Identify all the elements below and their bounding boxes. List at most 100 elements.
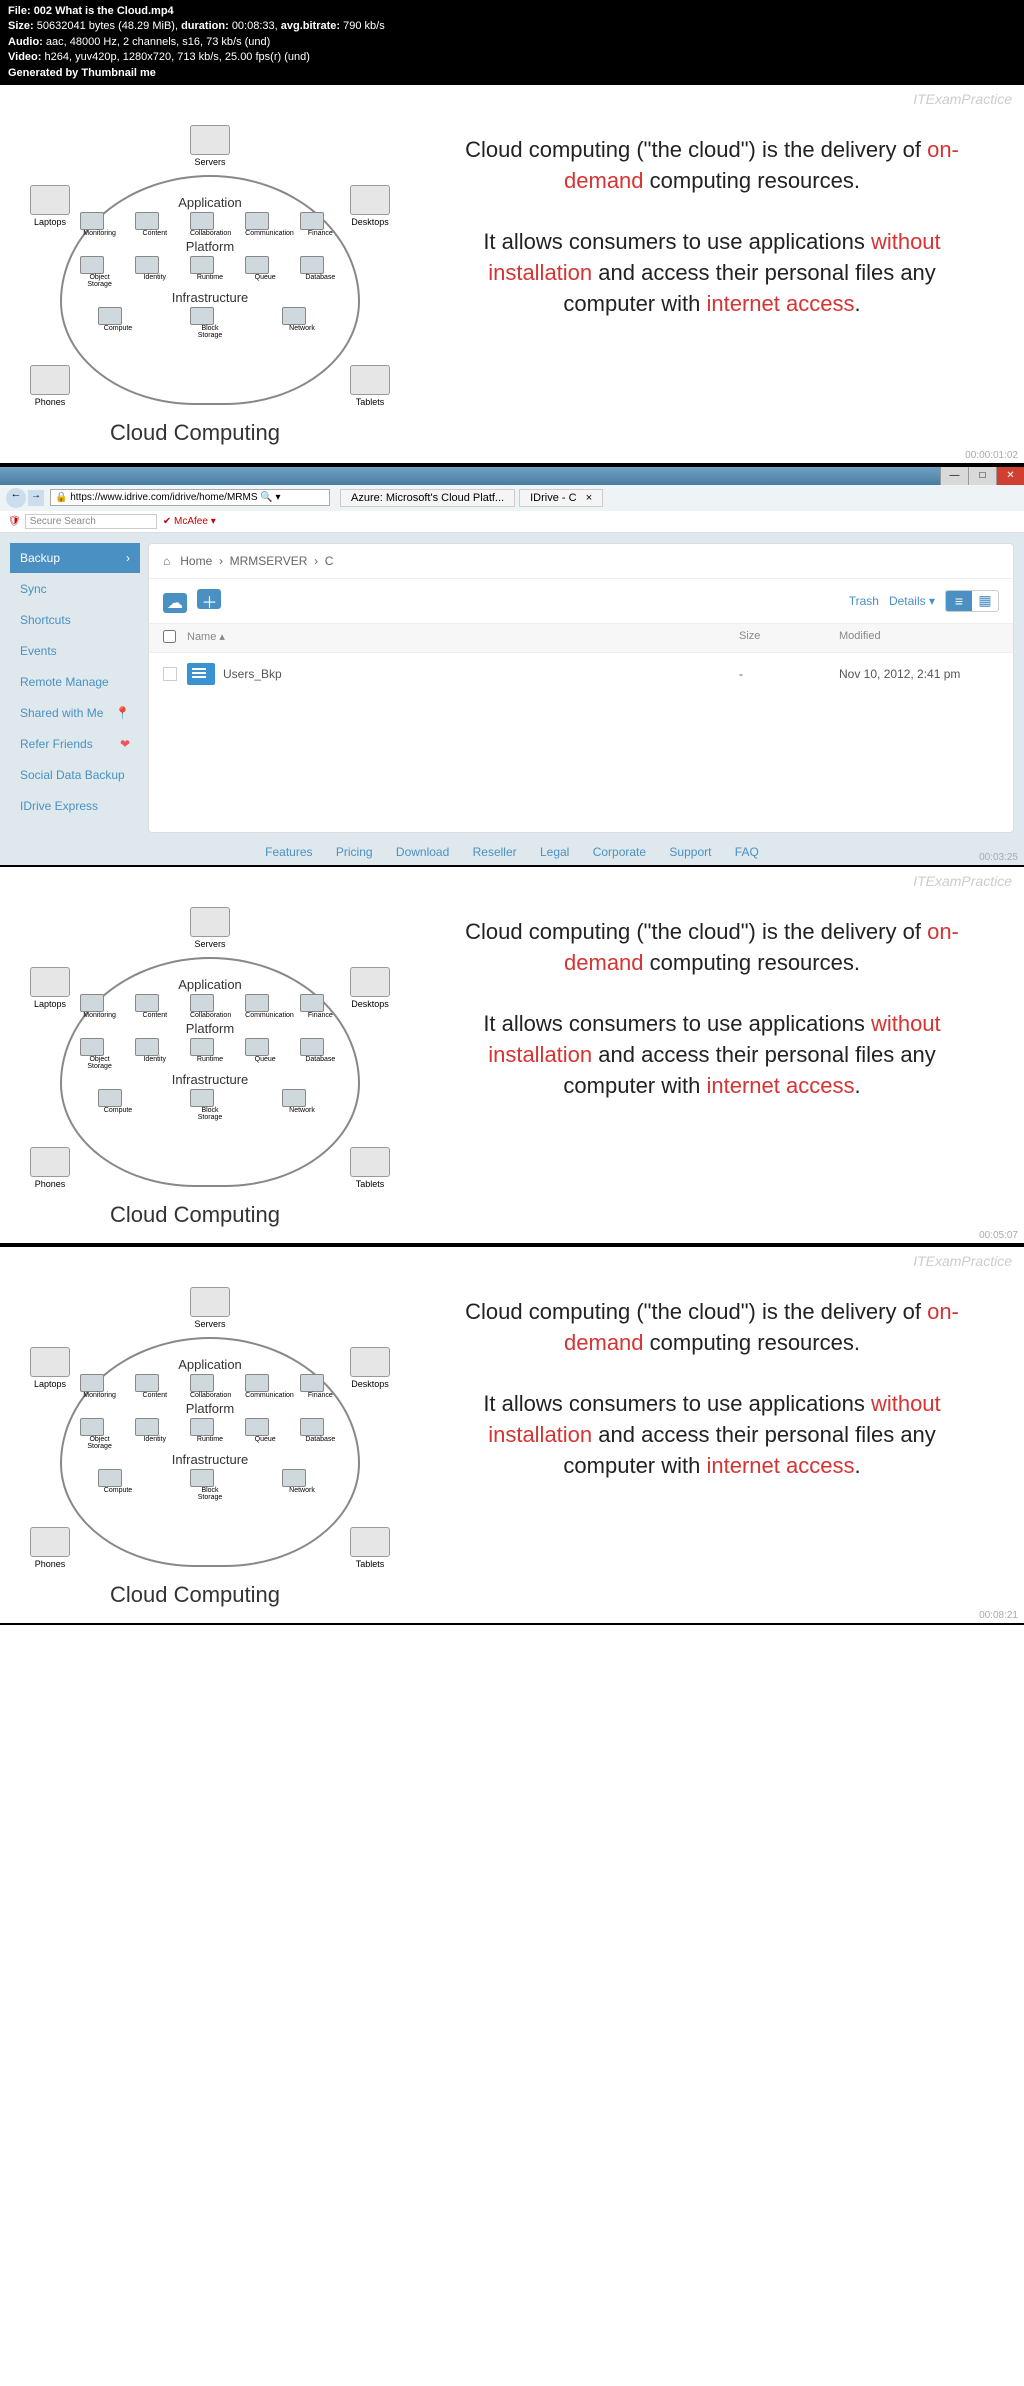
footer-features[interactable]: Features bbox=[265, 845, 312, 859]
timestamp: 00:08:21 bbox=[979, 1610, 1018, 1621]
minimize-button[interactable]: — bbox=[940, 467, 968, 485]
share-icon: 📍 bbox=[115, 706, 130, 720]
collaboration-icon bbox=[190, 212, 214, 230]
table-row[interactable]: Users_Bkp - Nov 10, 2012, 2:41 pm bbox=[149, 653, 1013, 695]
tablet-icon bbox=[350, 1147, 390, 1177]
url-field[interactable]: 🔒 https://www.idrive.com/idrive/home/MRM… bbox=[50, 489, 330, 506]
object-storage-icon bbox=[80, 256, 104, 274]
tab-azure[interactable]: Azure: Microsoft's Cloud Platf... bbox=[340, 489, 515, 507]
secure-search-field[interactable]: Secure Search bbox=[25, 514, 157, 529]
tab-idrive[interactable]: IDrive - C × bbox=[519, 489, 603, 507]
layer-application: Application bbox=[72, 195, 348, 210]
cloud-diagram: Application Monitoring Content Collabora… bbox=[60, 957, 360, 1187]
timestamp: 00:03:25 bbox=[979, 852, 1018, 863]
brand-logo: ITExamPractice bbox=[913, 91, 1012, 107]
close-button[interactable]: ✕ bbox=[996, 467, 1024, 485]
thumbnail-header: File: 002 What is the Cloud.mp4 Size: 50… bbox=[0, 0, 1024, 85]
block-storage-icon bbox=[190, 307, 214, 325]
th-name[interactable]: Name ▴ bbox=[187, 630, 739, 646]
device-servers: Servers bbox=[180, 125, 240, 167]
main-panel: ⌂ Home › MRMSERVER › C ☁ ＋ Trash Details… bbox=[148, 543, 1014, 833]
tablet-icon bbox=[350, 365, 390, 395]
forward-button[interactable]: → bbox=[28, 490, 44, 506]
breadcrumb-c[interactable]: C bbox=[325, 554, 334, 568]
device-tablets: Tablets bbox=[340, 365, 400, 407]
monitoring-icon bbox=[80, 212, 104, 230]
footer-faq[interactable]: FAQ bbox=[735, 845, 759, 859]
slide-2-browser: — □ ✕ ← → 🔒 https://www.idrive.com/idriv… bbox=[0, 465, 1024, 865]
back-button[interactable]: ← bbox=[6, 488, 26, 508]
breadcrumb-home[interactable]: Home bbox=[180, 554, 212, 568]
layer-infrastructure: Infrastructure bbox=[72, 290, 348, 305]
content-icon bbox=[135, 212, 159, 230]
slide-text: Cloud computing ("the cloud") is the del… bbox=[420, 85, 1024, 463]
grid-view-button[interactable]: ▦ bbox=[972, 591, 998, 611]
address-bar: ← → 🔒 https://www.idrive.com/idrive/home… bbox=[0, 485, 1024, 511]
row-size: - bbox=[739, 667, 839, 681]
slide-1: ITExamPractice Servers Laptops Desktops … bbox=[0, 85, 1024, 465]
chevron-right-icon: › bbox=[126, 551, 130, 565]
cloud-diagram: Application Monitoring Content Collabora… bbox=[60, 175, 360, 405]
row-name: Users_Bkp bbox=[223, 667, 739, 681]
laptop-icon bbox=[30, 185, 70, 215]
footer-support[interactable]: Support bbox=[669, 845, 711, 859]
brand-logo: ITExamPractice bbox=[913, 873, 1012, 889]
sidebar: Backup› Sync Shortcuts Events Remote Man… bbox=[10, 543, 140, 833]
folder-icon bbox=[187, 663, 215, 685]
desktop-icon bbox=[350, 967, 390, 997]
cloud-title: Cloud Computing bbox=[110, 420, 280, 446]
network-icon bbox=[282, 307, 306, 325]
slide-3: ITExamPractice Servers Laptops Desktops … bbox=[0, 865, 1024, 1245]
heart-icon: ❤ bbox=[120, 737, 130, 751]
sidebar-item-backup[interactable]: Backup› bbox=[10, 543, 140, 574]
phone-icon bbox=[30, 365, 70, 395]
device-laptops: Laptops bbox=[20, 185, 80, 227]
laptop-icon bbox=[30, 967, 70, 997]
desktop-icon bbox=[350, 185, 390, 215]
server-icon bbox=[190, 125, 230, 155]
th-size[interactable]: Size bbox=[739, 630, 839, 646]
compute-icon bbox=[98, 307, 122, 325]
device-phones: Phones bbox=[20, 365, 80, 407]
select-all-checkbox[interactable] bbox=[163, 630, 176, 643]
home-icon[interactable]: ⌂ bbox=[163, 554, 170, 568]
device-desktops: Desktops bbox=[340, 185, 400, 227]
row-modified: Nov 10, 2012, 2:41 pm bbox=[839, 667, 999, 681]
communication-icon bbox=[245, 212, 269, 230]
breadcrumb-server[interactable]: MRMSERVER bbox=[230, 554, 308, 568]
sidebar-item-shared[interactable]: Shared with Me📍 bbox=[10, 698, 140, 729]
th-modified[interactable]: Modified bbox=[839, 630, 999, 646]
breadcrumb: ⌂ Home › MRMSERVER › C bbox=[149, 544, 1013, 579]
sidebar-item-refer[interactable]: Refer Friends❤ bbox=[10, 729, 140, 760]
brand-logo: ITExamPractice bbox=[913, 1253, 1012, 1269]
row-checkbox[interactable] bbox=[163, 667, 177, 681]
sidebar-item-shortcuts[interactable]: Shortcuts bbox=[10, 605, 140, 636]
list-view-button[interactable]: ≡ bbox=[946, 591, 972, 611]
database-icon bbox=[300, 256, 324, 274]
sidebar-item-social[interactable]: Social Data Backup bbox=[10, 760, 140, 791]
sidebar-item-sync[interactable]: Sync bbox=[10, 574, 140, 605]
sidebar-item-express[interactable]: IDrive Express bbox=[10, 791, 140, 822]
finance-icon bbox=[300, 212, 324, 230]
footer-corporate[interactable]: Corporate bbox=[593, 845, 646, 859]
runtime-icon bbox=[190, 256, 214, 274]
footer-download[interactable]: Download bbox=[396, 845, 449, 859]
footer-reseller[interactable]: Reseller bbox=[473, 845, 517, 859]
mcafee-label: ✔ McAfee ▾ bbox=[163, 516, 216, 527]
footer-pricing[interactable]: Pricing bbox=[336, 845, 373, 859]
timestamp: 00:05:07 bbox=[979, 1230, 1018, 1241]
maximize-button[interactable]: □ bbox=[968, 467, 996, 485]
footer-legal[interactable]: Legal bbox=[540, 845, 569, 859]
details-dropdown[interactable]: Details ▾ bbox=[889, 594, 935, 608]
mcafee-icon: 🛡 bbox=[8, 516, 21, 527]
sidebar-item-events[interactable]: Events bbox=[10, 636, 140, 667]
phone-icon bbox=[30, 1147, 70, 1177]
window-titlebar: — □ ✕ bbox=[0, 467, 1024, 485]
layer-platform: Platform bbox=[72, 239, 348, 254]
server-icon bbox=[190, 907, 230, 937]
add-button[interactable]: ＋ bbox=[197, 589, 221, 609]
trash-link[interactable]: Trash bbox=[849, 594, 879, 608]
footer-links: Features Pricing Download Reseller Legal… bbox=[0, 845, 1024, 859]
upload-button[interactable]: ☁ bbox=[163, 593, 187, 613]
sidebar-item-remote[interactable]: Remote Manage bbox=[10, 667, 140, 698]
